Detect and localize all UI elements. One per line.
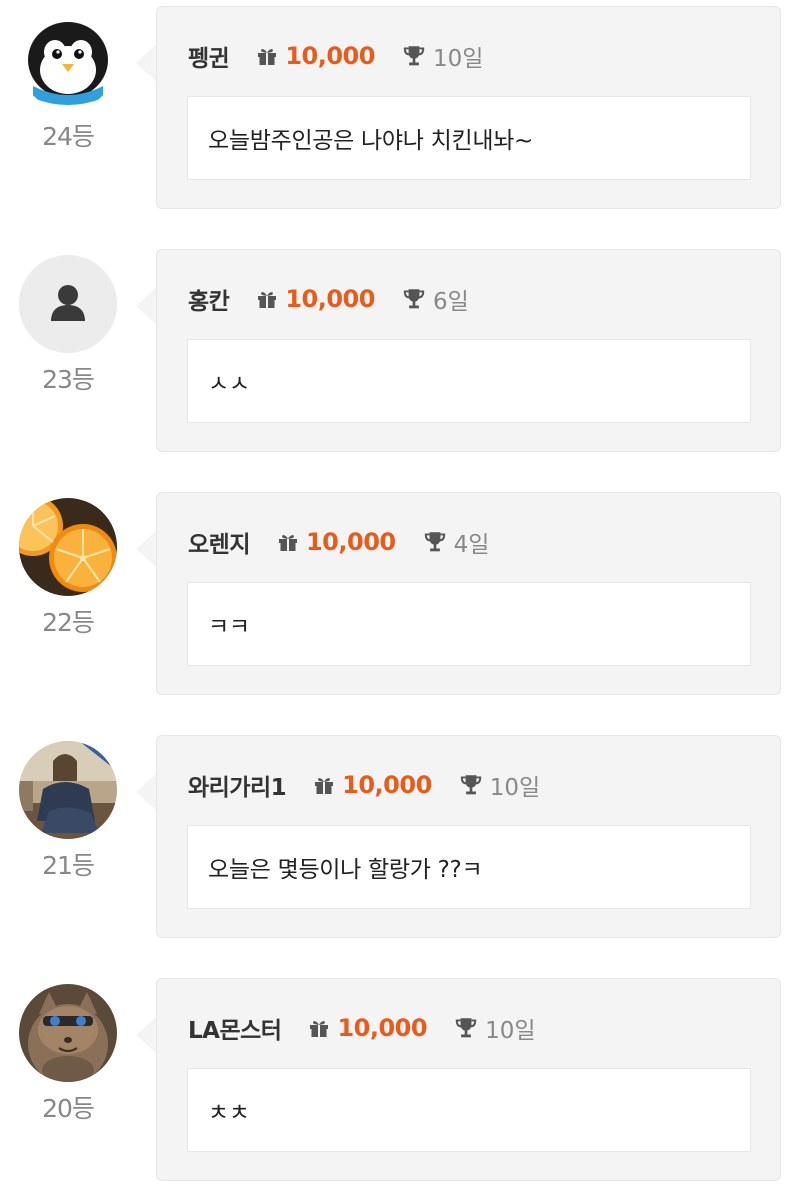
orange-photo-avatar[interactable] bbox=[19, 498, 117, 596]
user-name[interactable]: 홍칸 bbox=[188, 282, 230, 316]
gift-amount: 10,000 bbox=[305, 528, 396, 556]
gift-icon bbox=[307, 1016, 331, 1040]
gift-icon bbox=[276, 530, 300, 554]
comment-message: ㅊㅊ bbox=[208, 1100, 250, 1126]
message-box: 오늘밤주인공은 나야나 치킨내놔~ bbox=[187, 96, 751, 180]
trophy-icon bbox=[401, 43, 427, 69]
gift-amount: 10,000 bbox=[285, 42, 375, 70]
bubble-tail bbox=[136, 530, 157, 568]
trophy-icon bbox=[453, 1015, 479, 1041]
comment-bubble: LA몬스터 10,000 10일 ㅊㅊ bbox=[156, 978, 781, 1181]
cat-photo-avatar[interactable] bbox=[19, 984, 117, 1082]
message-box: ㅊㅊ bbox=[187, 1068, 751, 1152]
rank-label: 24등 bbox=[42, 122, 95, 151]
user-name[interactable]: 오렌지 bbox=[188, 525, 250, 559]
comment-meta: 홍칸 10,000 6일 bbox=[188, 283, 469, 315]
gift-amount: 10,000 bbox=[342, 771, 432, 799]
attendance-days: 10일 bbox=[485, 1018, 536, 1044]
comment-meta: 와리가리1 10,000 10일 bbox=[188, 769, 540, 801]
comment-entry: 21등 와리가리1 10,000 10일 오늘은 몇등이나 할랑가 ??ㅋ bbox=[0, 735, 800, 940]
bubble-tail bbox=[136, 1016, 157, 1054]
comment-message: ㅅㅅ bbox=[208, 371, 250, 397]
comment-message: ㅋㅋ bbox=[208, 614, 250, 640]
bubble-tail bbox=[136, 773, 157, 811]
comment-bubble: 오렌지 10,000 4일 ㅋㅋ bbox=[156, 492, 781, 695]
comment-meta: LA몬스터 10,000 10일 bbox=[188, 1012, 536, 1044]
attendance-days: 4일 bbox=[453, 532, 490, 558]
comment-message: 오늘밤주인공은 나야나 치킨내놔~ bbox=[208, 128, 534, 154]
person-photo-avatar[interactable] bbox=[19, 741, 117, 839]
comment-meta: 오렌지 10,000 4일 bbox=[188, 526, 489, 558]
gift-amount: 10,000 bbox=[337, 1014, 428, 1042]
rank-label: 23등 bbox=[42, 365, 95, 394]
user-name[interactable]: LA몬스터 bbox=[188, 1011, 282, 1045]
comment-entry: 20등 LA몬스터 10,000 10일 ㅊㅊ bbox=[0, 978, 800, 1183]
trophy-icon bbox=[458, 772, 484, 798]
message-box: ㅋㅋ bbox=[187, 582, 751, 666]
trophy-icon bbox=[422, 529, 448, 555]
gift-icon bbox=[255, 287, 279, 311]
default-person-avatar[interactable] bbox=[19, 255, 117, 353]
user-name[interactable]: 와리가리1 bbox=[188, 768, 287, 802]
comment-bubble: 와리가리1 10,000 10일 오늘은 몇등이나 할랑가 ??ㅋ bbox=[156, 735, 781, 938]
gift-amount: 10,000 bbox=[285, 285, 375, 313]
gift-icon bbox=[312, 773, 336, 797]
comment-entry: 24등 펭귄 10,000 10일 오늘밤주인공은 나야나 치킨내놔~ bbox=[0, 6, 800, 211]
comment-entry: 23등 홍칸 10,000 6일 ㅅㅅ bbox=[0, 249, 800, 454]
comment-message: 오늘은 몇등이나 할랑가 ??ㅋ bbox=[208, 857, 483, 883]
comment-bubble: 홍칸 10,000 6일 ㅅㅅ bbox=[156, 249, 781, 452]
trophy-icon bbox=[401, 286, 427, 312]
user-name[interactable]: 펭귄 bbox=[188, 39, 230, 73]
comment-entry: 22등 오렌지 10,000 4일 ㅋㅋ bbox=[0, 492, 800, 697]
rank-label: 21등 bbox=[42, 851, 95, 880]
comment-bubble: 펭귄 10,000 10일 오늘밤주인공은 나야나 치킨내놔~ bbox=[156, 6, 781, 209]
attendance-days: 6일 bbox=[432, 289, 469, 315]
message-box: ㅅㅅ bbox=[187, 339, 751, 423]
attendance-days: 10일 bbox=[489, 775, 541, 801]
rank-label: 20등 bbox=[42, 1094, 95, 1123]
gift-icon bbox=[255, 44, 279, 68]
penguin-avatar[interactable] bbox=[19, 12, 117, 110]
attendance-days: 10일 bbox=[432, 46, 484, 72]
bubble-tail bbox=[136, 287, 157, 325]
comment-meta: 펭귄 10,000 10일 bbox=[188, 40, 483, 72]
rank-label: 22등 bbox=[42, 608, 95, 637]
message-box: 오늘은 몇등이나 할랑가 ??ㅋ bbox=[187, 825, 751, 909]
bubble-tail bbox=[136, 44, 157, 82]
